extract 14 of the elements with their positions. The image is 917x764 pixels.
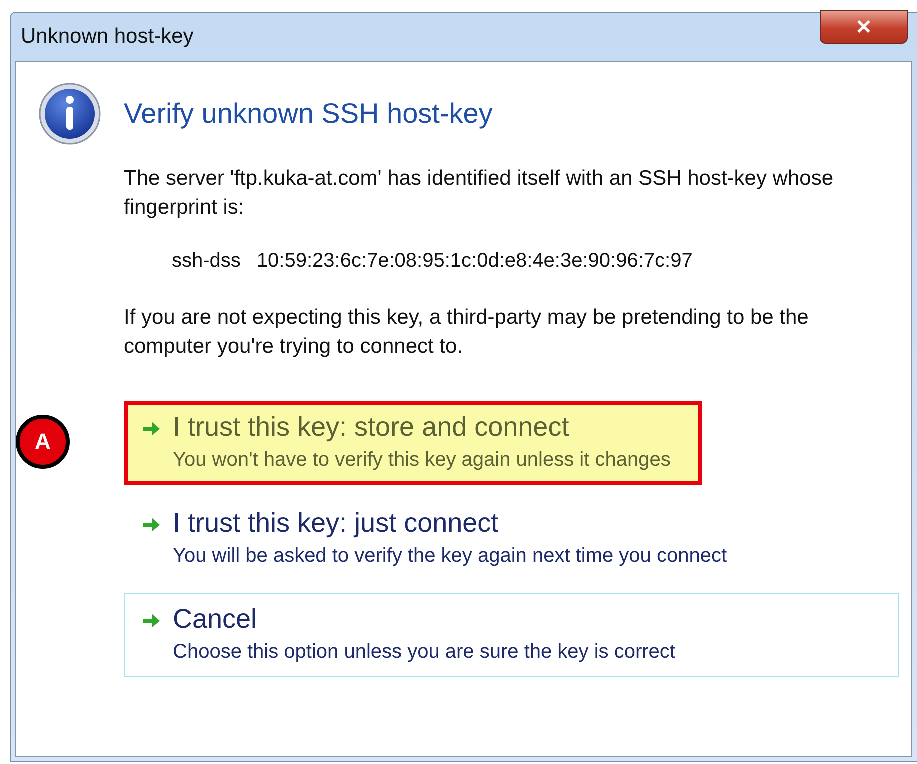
callout-marker: A — [16, 415, 70, 469]
dialog-heading: Verify unknown SSH host-key — [124, 98, 493, 130]
info-icon — [38, 82, 102, 146]
arrow-icon — [141, 612, 161, 630]
warning-message: If you are not expecting this key, a third-party may be pretending to be the computer you're trying to connect to. — [124, 305, 810, 360]
key-type: ssh-dss — [172, 250, 241, 273]
arrow-icon — [141, 516, 161, 534]
key-fingerprint: 10:59:23:6c:7e:08:95:1c:0d:e8:4e:3e:90:96:7c:97 — [256, 250, 693, 273]
option-button[interactable]: Cancel Choose this option unless you are sure the key is correct — [124, 593, 899, 677]
window-title: Unknown host-key — [20, 25, 194, 49]
arrow-icon — [141, 420, 161, 438]
option-button[interactable]: I trust this key: store and connect You won't have to verify this key again unless it changes — [124, 401, 702, 485]
close-button[interactable]: ✕ — [820, 10, 908, 44]
server-message: The server 'ftp.kuka-at.com' has identified itself with an SSH host-key whose fingerprint is: — [124, 166, 834, 221]
